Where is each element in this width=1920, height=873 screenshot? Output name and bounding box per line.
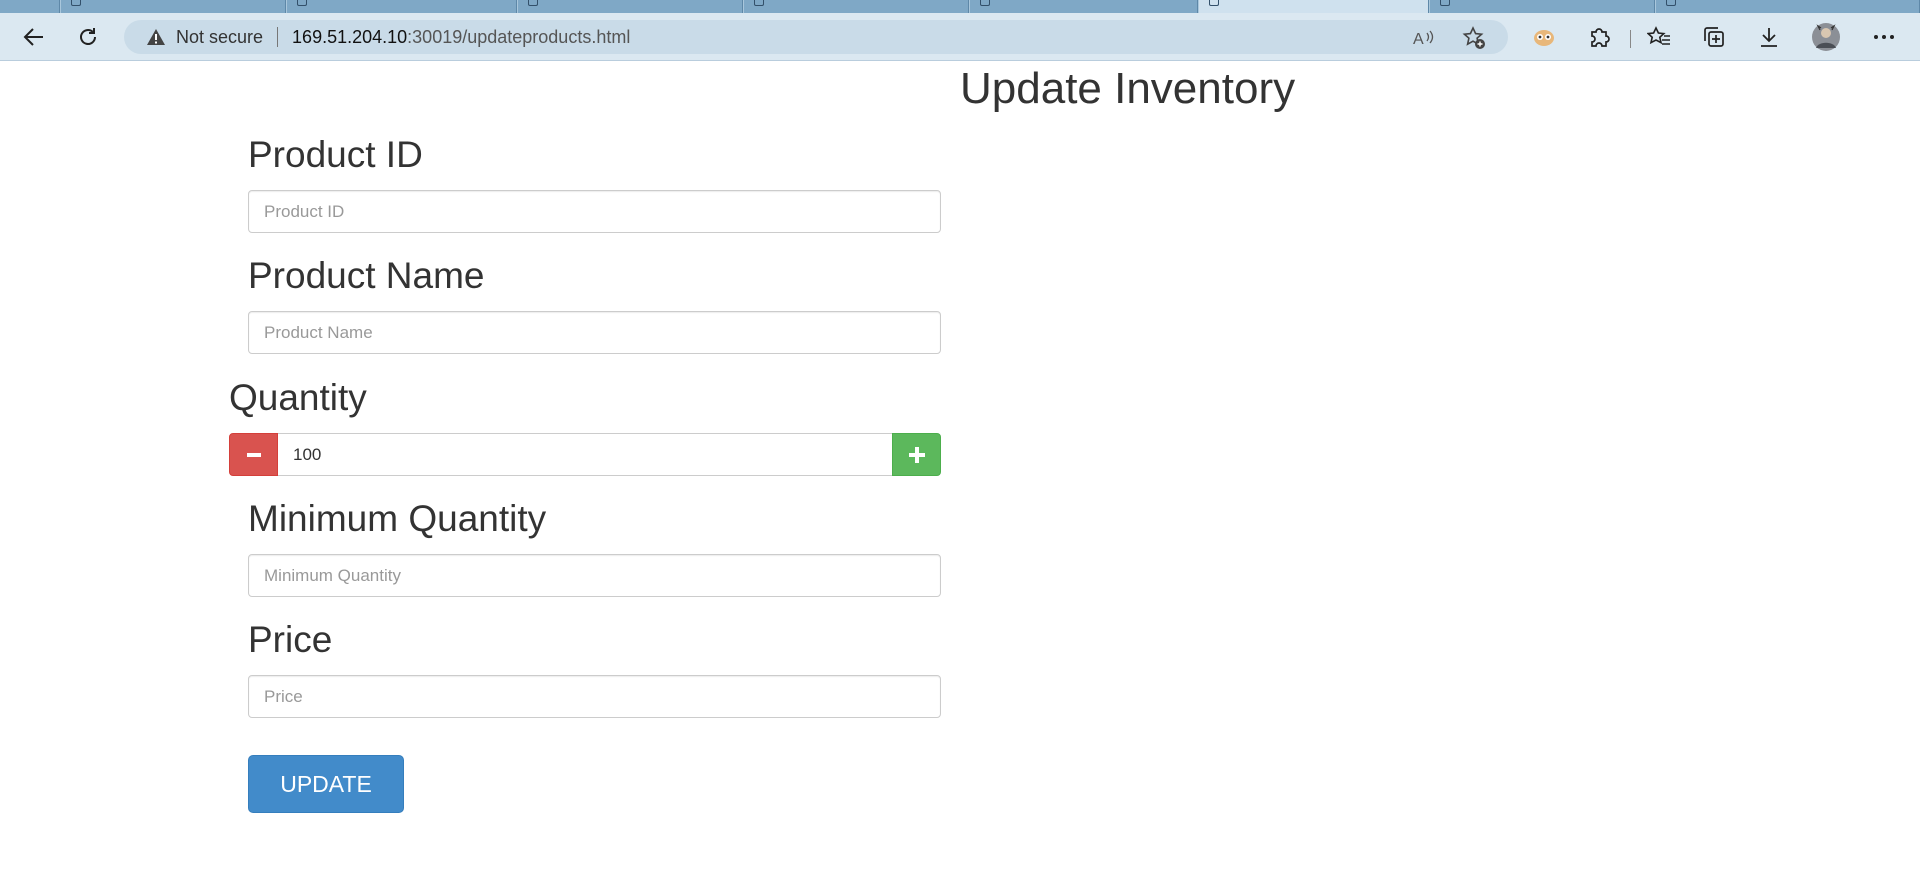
browser-toolbar: Not secure 169.51.204.10:30019/updatepro…	[0, 13, 1920, 61]
browser-tab[interactable]	[744, 0, 969, 13]
update-button[interactable]: UPDATE	[248, 755, 404, 813]
quantity-stepper	[229, 433, 941, 476]
product-name-label: Product Name	[248, 255, 485, 296]
browser-tab[interactable]	[61, 0, 286, 13]
minus-icon	[246, 452, 261, 457]
browser-tab[interactable]	[518, 0, 743, 13]
browser-tab[interactable]	[0, 0, 60, 13]
refresh-button[interactable]	[72, 21, 104, 53]
collections-icon	[1704, 27, 1724, 47]
address-bar[interactable]: Not secure 169.51.204.10:30019/updatepro…	[124, 20, 1508, 54]
extensions-button[interactable]	[1583, 21, 1615, 53]
tab-icon	[980, 0, 990, 6]
back-arrow-icon	[23, 28, 43, 46]
browser-tab[interactable]	[1656, 0, 1920, 13]
url-host: 169.51.204.10	[292, 26, 408, 47]
refresh-icon	[80, 28, 96, 45]
quantity-label: Quantity	[229, 377, 367, 418]
extension-profile-button[interactable]	[1528, 21, 1560, 53]
tab-icon	[528, 0, 538, 6]
browser-tab[interactable]	[1430, 0, 1655, 13]
downloads-button[interactable]	[1753, 21, 1785, 53]
profile-button[interactable]	[1810, 21, 1842, 53]
tab-strip	[0, 0, 1920, 13]
puzzle-icon	[1591, 28, 1610, 47]
plus-icon	[908, 446, 925, 463]
favorites-icon	[1647, 26, 1670, 45]
browser-tab[interactable]	[287, 0, 517, 13]
security-status[interactable]: Not secure	[176, 27, 263, 48]
favorites-button[interactable]	[1643, 21, 1675, 53]
tab-icon	[1440, 0, 1450, 6]
product-id-input[interactable]	[248, 190, 941, 233]
product-id-label: Product ID	[248, 134, 423, 175]
warning-icon[interactable]	[146, 27, 166, 47]
add-favorite-icon[interactable]	[1460, 24, 1488, 52]
back-button[interactable]	[18, 21, 50, 53]
tab-icon	[71, 0, 81, 6]
tab-icon	[1209, 0, 1219, 6]
browser-tab[interactable]	[970, 0, 1198, 13]
more-icon	[1874, 35, 1894, 39]
tab-icon	[754, 0, 764, 6]
extension-icon	[1534, 30, 1554, 46]
product-name-input[interactable]	[248, 311, 941, 354]
minimum-quantity-label: Minimum Quantity	[248, 498, 547, 539]
browser-tab-active[interactable]	[1199, 0, 1429, 13]
tab-icon	[1666, 0, 1676, 6]
tab-icon	[297, 0, 307, 6]
quantity-decrement-button[interactable]	[229, 433, 278, 476]
address-separator	[277, 27, 279, 47]
url-path: :30019/updateproducts.html	[407, 26, 631, 47]
price-label: Price	[248, 619, 333, 660]
read-aloud-icon[interactable]: A	[1410, 24, 1438, 52]
more-button[interactable]	[1868, 21, 1900, 53]
download-icon	[1761, 28, 1777, 47]
page-title: Update Inventory	[960, 64, 1296, 113]
minimum-quantity-input[interactable]	[248, 554, 941, 597]
collections-button[interactable]	[1698, 21, 1730, 53]
toolbar-divider	[1630, 30, 1631, 48]
avatar	[1812, 23, 1840, 51]
svg-text:A: A	[1413, 31, 1424, 47]
quantity-input[interactable]	[278, 433, 892, 476]
quantity-increment-button[interactable]	[892, 433, 941, 476]
price-input[interactable]	[248, 675, 941, 718]
